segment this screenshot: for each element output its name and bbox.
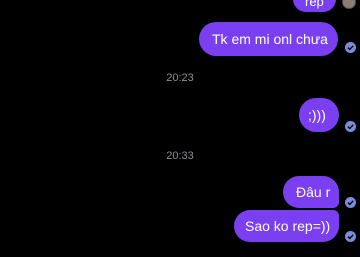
message-bubble[interactable]: ;))) [299, 98, 339, 132]
check-circle-icon [345, 197, 356, 208]
message-text: Sao ko rep=)) [245, 218, 331, 234]
check-circle-icon [345, 231, 356, 242]
seen-avatar [342, 0, 356, 9]
message-text: Đâu r [296, 184, 331, 200]
message-bubble[interactable]: Tk em mi onl chưa [199, 22, 338, 56]
message-text: Tk em mi onl chưa [212, 31, 328, 47]
message-bubble[interactable]: Sao ko rep=)) [234, 210, 339, 242]
message-text: rep [305, 0, 324, 9]
message-bubble[interactable]: Đâu r [283, 176, 339, 208]
timestamp: 20:33 [166, 150, 194, 162]
check-circle-icon [345, 42, 356, 53]
chat-screen: rep Tk em mi onl chưa 20:23 ;))) 20:33 Đ… [0, 0, 360, 257]
timestamp: 20:23 [166, 72, 194, 84]
message-bubble[interactable]: rep [293, 0, 336, 12]
check-circle-icon [345, 121, 356, 132]
message-text: ;))) [308, 107, 326, 123]
